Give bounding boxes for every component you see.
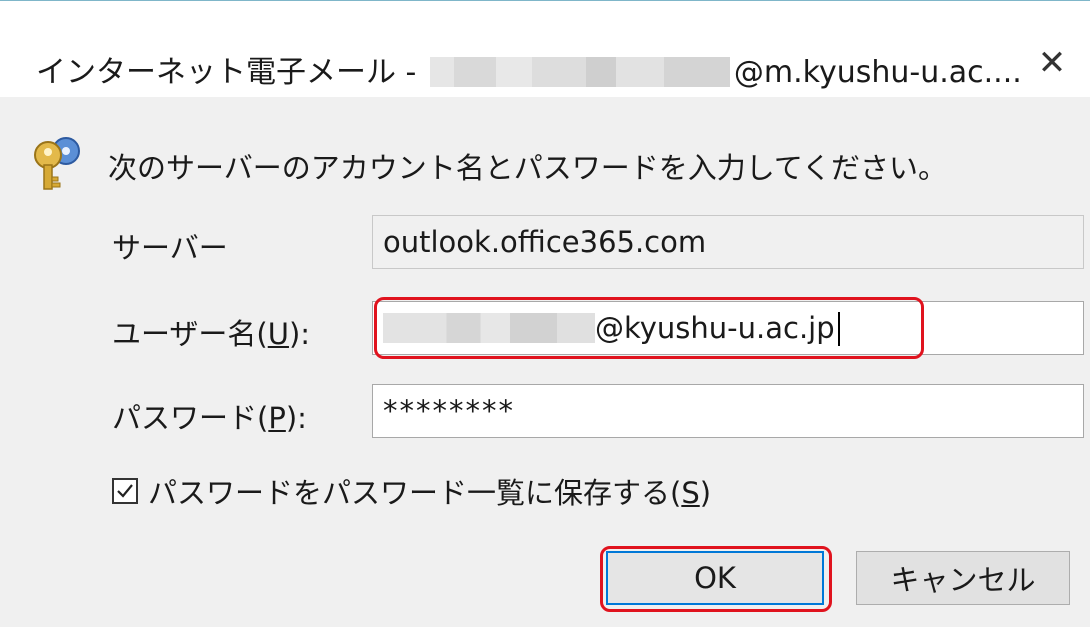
password-field[interactable]: ******** xyxy=(372,384,1084,438)
server-field: outlook.office365.com xyxy=(372,215,1084,269)
title-suffix: @m.kyushu-u.ac.... xyxy=(733,55,1022,90)
cancel-button[interactable]: キャンセル xyxy=(856,551,1070,605)
save-password-row: パスワードをパスワード一覧に保存する(S) xyxy=(112,471,711,511)
password-label: パスワード(P): xyxy=(112,401,307,435)
dialog-title: インターネット電子メール - @m.kyushu-u.ac.... xyxy=(36,47,1022,91)
close-button[interactable]: ✕ xyxy=(1030,43,1074,83)
checkmark-icon xyxy=(117,484,133,498)
prompt-text: 次のサーバーのアカウント名とパスワードを入力してください。 xyxy=(108,151,947,185)
save-password-checkbox[interactable] xyxy=(112,478,138,504)
title-prefix: インターネット電子メール - xyxy=(36,55,426,90)
ok-highlight xyxy=(600,546,832,612)
server-label: サーバー xyxy=(112,231,228,265)
username-highlight xyxy=(374,297,924,359)
key-icon xyxy=(34,137,80,190)
close-icon: ✕ xyxy=(1037,43,1067,83)
save-password-label: パスワードをパスワード一覧に保存する(S) xyxy=(148,476,712,510)
dialog-body: 次のサーバーのアカウント名とパスワードを入力してください。 サーバー outlo… xyxy=(0,97,1090,627)
title-bar: インターネット電子メール - @m.kyushu-u.ac.... ✕ xyxy=(0,1,1090,97)
redacted-account xyxy=(429,57,730,87)
login-dialog: インターネット電子メール - @m.kyushu-u.ac.... ✕ 次のサー… xyxy=(0,0,1090,627)
username-label: ユーザー名(U): xyxy=(112,317,311,351)
password-value: ******** xyxy=(383,394,515,428)
server-value: outlook.office365.com xyxy=(383,225,707,259)
